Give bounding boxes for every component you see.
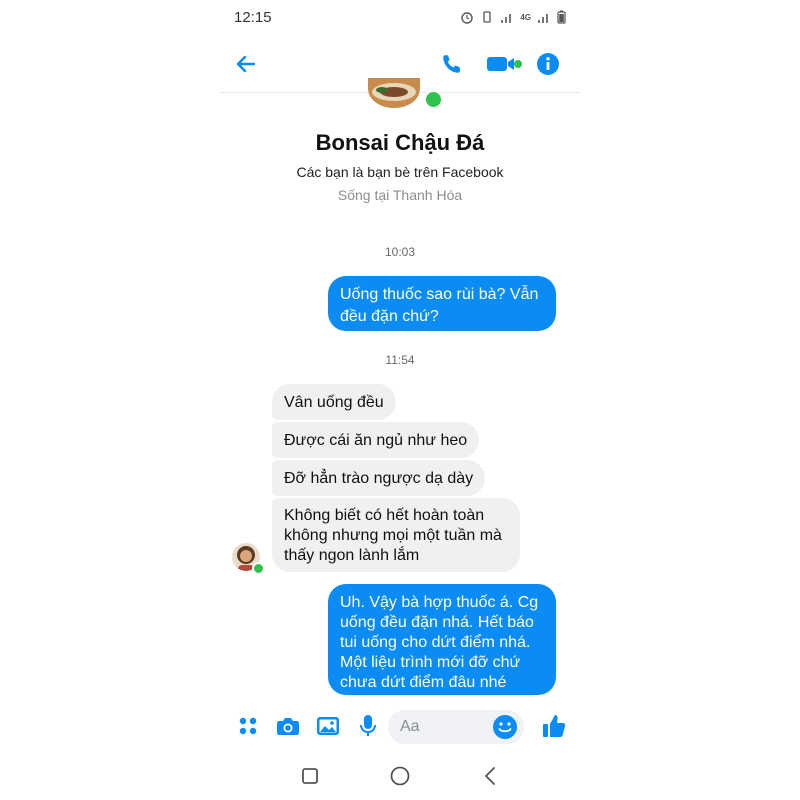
outgoing-message[interactable]: Uh. Vậy bà hợp thuốc á. Cg uống đều đặn … [328,584,556,695]
message-input[interactable]: Aa [388,710,524,744]
status-time: 12:15 [234,9,272,26]
message-input-placeholder: Aa [400,718,420,735]
back-button[interactable] [226,42,266,86]
signal-icon [501,13,512,23]
video-camera-icon [487,57,522,71]
camera-icon [277,718,299,735]
outgoing-message[interactable]: Uống thuốc sao rùi bà? Vẫn đều đặn chứ? [328,276,556,331]
contact-name: Bonsai Chậu Đá [315,130,485,155]
camera-button[interactable] [274,712,302,740]
gallery-button[interactable] [314,712,342,740]
profile-online-indicator [424,90,443,109]
timestamp: 11:54 [385,353,415,367]
arrow-left-icon [236,55,256,73]
vibrate-icon [483,11,491,23]
contact-location: Sống tại Thanh Hóa [337,187,463,203]
like-button[interactable] [540,712,568,740]
microphone-icon [360,715,376,736]
message-line: Không biết có hết hoàn toàn [284,507,485,524]
emoji-icon[interactable] [492,714,518,740]
message-line: Một liệu trình mới đỡ chứ [340,654,521,671]
signal-icon-2 [538,13,548,23]
recents-icon [302,768,318,784]
status-bar: 12:15 4G [220,0,580,36]
message-line: uống đều đặn nhá. Hết báo [340,614,534,631]
message-line: không nhưng mọi một tuần mà [284,527,502,544]
recents-button[interactable] [296,764,324,788]
status-icons: 4G [460,10,566,24]
message-line: Vân uống đều [284,394,384,411]
message-line: chưa dứt điểm đâu nhé [340,674,507,691]
incoming-message[interactable]: Đỡ hẳn trào ngược dạ dày [272,460,486,496]
incoming-message[interactable]: Được cái ăn ngủ như heo [272,422,480,458]
message-composer: Aa [220,702,580,750]
voice-message-button[interactable] [354,712,382,740]
sender-online-indicator [252,562,265,575]
more-actions-button[interactable] [234,712,262,740]
phone-icon [443,55,460,73]
voice-call-button[interactable] [432,42,472,86]
message-line: Uống thuốc sao rùi bà? Vẫn [340,286,539,303]
menu-dots-icon [239,717,257,735]
image-icon [317,717,339,735]
home-button[interactable] [386,764,414,788]
home-icon [390,766,410,786]
incoming-message[interactable]: Vân uống đều [272,384,396,420]
like-icon [543,715,566,737]
alarm-icon [461,12,474,24]
network-label: 4G [520,12,531,22]
message-line: đều đặn chứ? [340,308,439,325]
message-line: Được cái ăn ngủ như heo [284,432,468,449]
system-back-button[interactable] [476,764,504,788]
info-button[interactable] [528,42,568,86]
message-line: Đỡ hẳn trào ngược dạ dày [284,470,474,487]
back-icon [485,767,495,785]
message-line: thấy ngon lành lắm [284,547,420,564]
battery-icon [557,10,566,24]
messenger-screen: 12:15 4G Bonsai Chậu Đá Các bạn là bạn b… [220,0,580,800]
profile-avatar[interactable] [364,78,424,112]
friends-status: Các bạn là bạn bè trên Facebook [296,164,504,180]
incoming-message[interactable]: Không biết có hết hoàn toàn không nhưng … [272,498,520,572]
system-navigation-bar [220,752,580,800]
message-line: tui uống cho dứt điểm nhá. [340,634,531,651]
video-call-button[interactable] [484,42,524,86]
bonsai-avatar-image [368,78,420,108]
timestamp: 10:03 [384,245,416,259]
message-line: Uh. Vậy bà hợp thuốc á. Cg [340,594,539,611]
info-icon [537,53,559,75]
